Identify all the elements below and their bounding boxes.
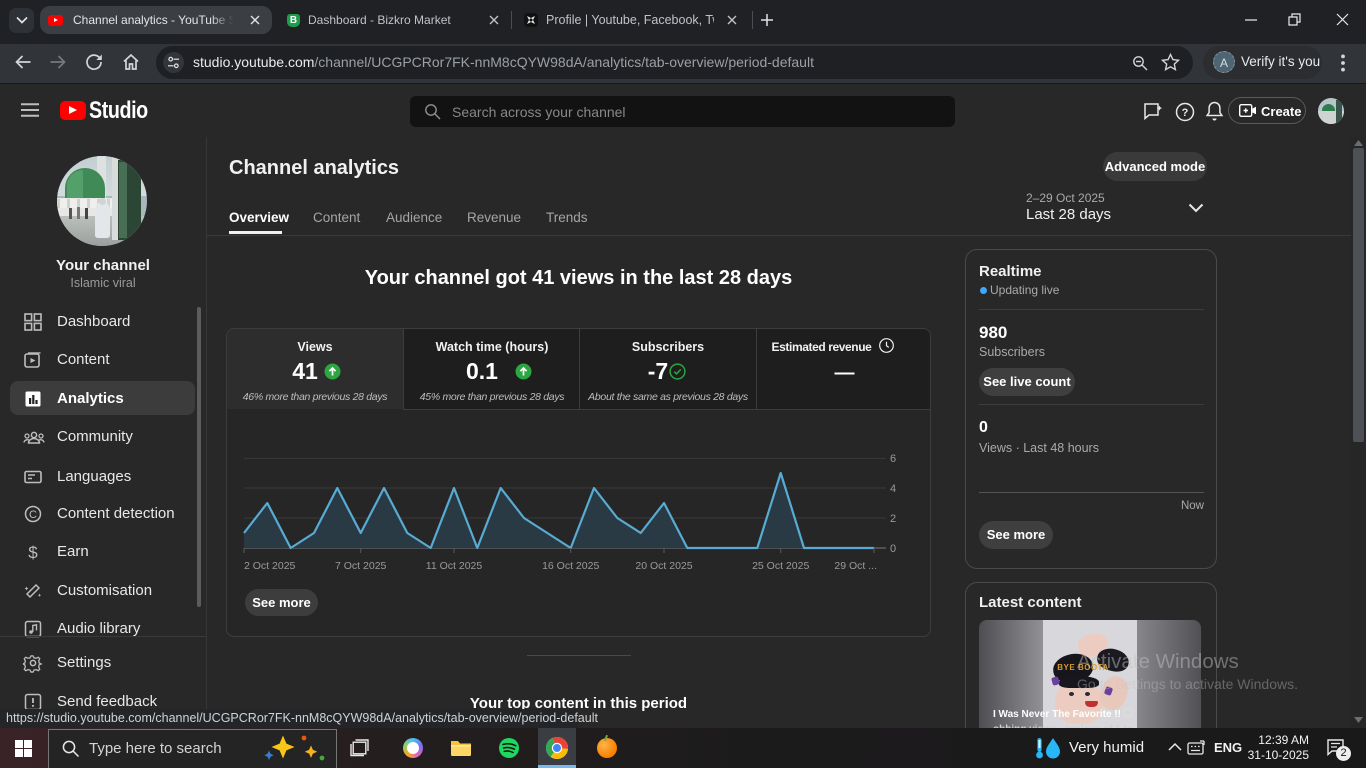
svg-text:?: ? (1182, 107, 1189, 119)
svg-text:25 Oct 2025: 25 Oct 2025 (752, 560, 809, 572)
svg-text:0: 0 (890, 543, 896, 555)
svg-text:11 Oct 2025: 11 Oct 2025 (426, 560, 483, 572)
svg-text:29 Oct ...: 29 Oct ... (834, 560, 877, 572)
svg-text:C: C (29, 509, 37, 521)
svg-text:2: 2 (890, 513, 896, 525)
svg-text:7 Oct 2025: 7 Oct 2025 (335, 560, 387, 572)
svg-text:2 Oct 2025: 2 Oct 2025 (244, 560, 296, 572)
svg-text:16 Oct 2025: 16 Oct 2025 (542, 560, 599, 572)
svg-text:4: 4 (890, 483, 896, 495)
svg-text:6: 6 (890, 453, 896, 465)
svg-text:20 Oct 2025: 20 Oct 2025 (635, 560, 692, 572)
svg-text:$: $ (28, 543, 38, 562)
